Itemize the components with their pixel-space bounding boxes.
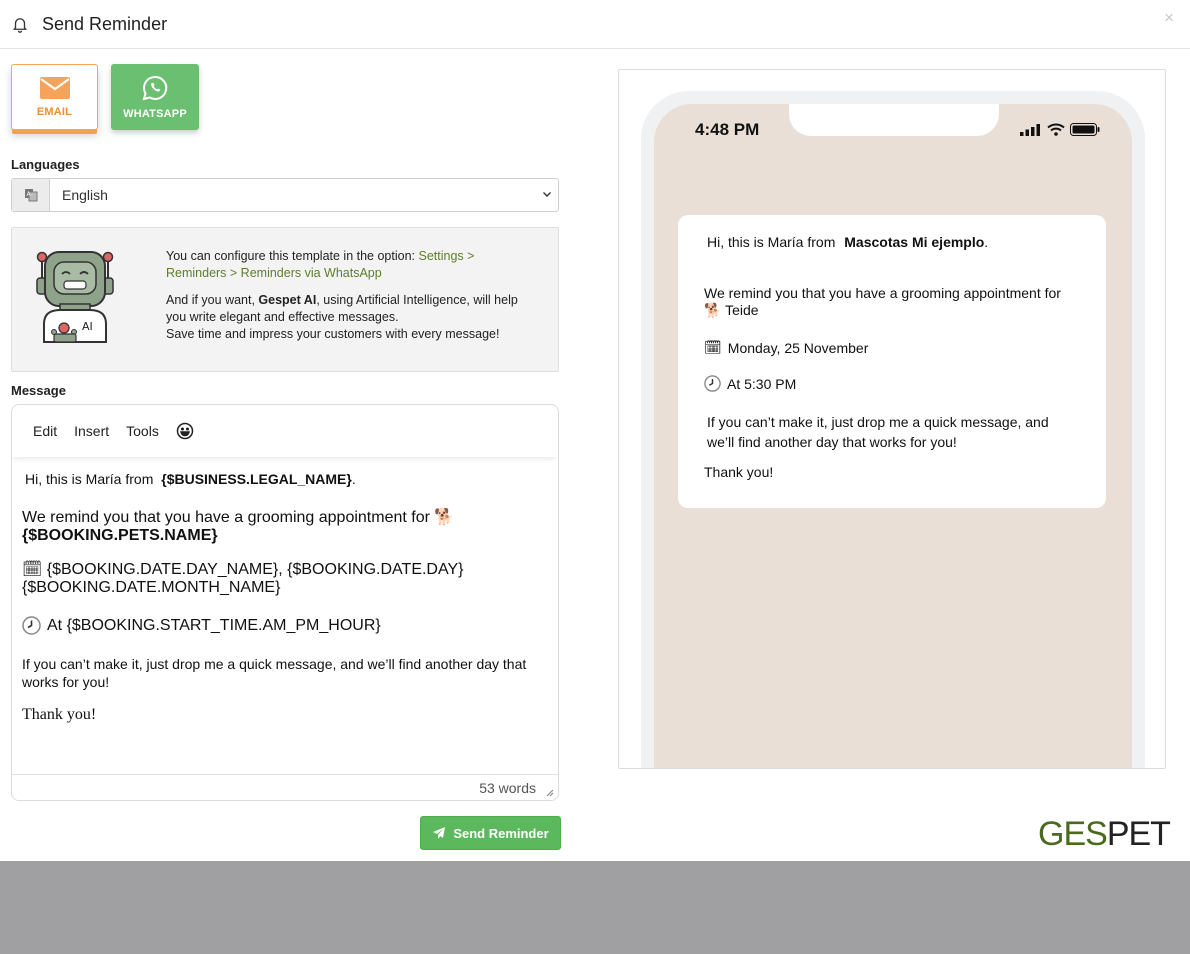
date-variables: {$BOOKING.DATE.DAY_NAME}, {$BOOKING.DATE… (22, 561, 464, 596)
preview-remind-line: We remind you that you have a grooming a… (704, 285, 1084, 319)
menu-insert[interactable]: Insert (74, 423, 109, 439)
preview-thanks: Thank you! (704, 464, 774, 480)
preview-time: At 5:30 PM (727, 375, 797, 392)
editor-menubar: Edit Insert Tools (12, 405, 558, 457)
language-value: English (62, 187, 108, 203)
whatsapp-channel-label: WHATSAPP (123, 107, 187, 120)
preview-closing: If you can’t make it, just drop me a qui… (707, 414, 1049, 450)
phone-screen: 4:48 PM Hi, this is María from Mascotas … (654, 104, 1132, 768)
gespet-logo: GESPET (1038, 815, 1171, 854)
message-label: Message (11, 383, 66, 398)
remind-text: We remind you that you have a grooming a… (22, 509, 430, 526)
resize-handle-icon[interactable] (544, 787, 554, 797)
preview-time-line: At 5:30 PM (704, 375, 796, 392)
pets-name-variable: {$BOOKING.PETS.NAME} (22, 527, 218, 544)
greeting-end: . (351, 471, 356, 487)
message-closing: If you can’t make it, just drop me a qui… (22, 656, 527, 690)
battery-icon (1070, 123, 1100, 136)
modal-header: Send Reminder × (0, 0, 1190, 49)
translate-icon: A (12, 179, 50, 211)
whatsapp-channel-button[interactable]: WHATSAPP (111, 64, 199, 130)
whatsapp-icon (142, 75, 168, 100)
editor-statusbar: 53 words (12, 774, 558, 800)
dog-emoji-icon: 🐕 (434, 509, 455, 526)
info-p2-prefix: And if you want, (166, 293, 259, 307)
language-select[interactable]: A English (11, 178, 559, 212)
preview-message-bubble: Hi, this is María from Mascotas Mi ejemp… (678, 215, 1106, 508)
preview-calendar-emoji-icon: 🗓 (704, 339, 722, 355)
logo-part1: GES (1038, 815, 1108, 853)
send-reminder-modal: Send Reminder × EMAIL WHATSAPP Languages… (0, 0, 1190, 861)
close-icon[interactable]: × (1164, 8, 1174, 28)
preview-greeting-prefix: Hi, this is María from (707, 234, 836, 250)
info-p3: Save time and impress your customers wit… (166, 327, 500, 341)
send-reminder-label: Send Reminder (453, 825, 549, 841)
message-date-line: 🗓 {$BOOKING.DATE.DAY_NAME}, {$BOOKING.DA… (22, 561, 522, 597)
time-variable: At {$BOOKING.START_TIME.AM_PM_HOUR} (47, 616, 381, 634)
signal-icon (1020, 123, 1040, 136)
status-time: 4:48 PM (695, 120, 760, 139)
phone-notch (789, 104, 999, 136)
menu-edit[interactable]: Edit (33, 423, 57, 439)
menu-tools[interactable]: Tools (126, 423, 159, 439)
phone-mockup: 4:48 PM Hi, this is María from Mascotas … (641, 91, 1145, 768)
gespet-ai-name: Gespet AI (258, 293, 317, 307)
message-thanks: Thank you! (22, 706, 97, 723)
preview-date-line: 🗓 Monday, 25 November (704, 339, 868, 356)
languages-label: Languages (11, 157, 80, 172)
template-info-box: AI You can configure this template in th… (11, 227, 559, 372)
preview-clock-icon (704, 375, 721, 392)
email-channel-label: EMAIL (36, 105, 73, 118)
info-line1-prefix: You can configure this template in the o… (166, 249, 419, 263)
preview-greeting: Hi, this is María from Mascotas Mi ejemp… (707, 234, 988, 250)
template-info-text: You can configure this template in the o… (166, 248, 536, 343)
paper-plane-icon (433, 827, 446, 839)
message-time-line: At {$BOOKING.START_TIME.AM_PM_HOUR} (22, 616, 381, 635)
whatsapp-preview: 4:48 PM Hi, this is María from Mascotas … (618, 69, 1166, 769)
send-reminder-button[interactable]: Send Reminder (420, 816, 561, 850)
preview-date: Monday, 25 November (727, 339, 869, 356)
preview-business-name: Mascotas Mi ejemplo (844, 234, 985, 250)
status-icons (1020, 123, 1100, 136)
wifi-icon (1047, 123, 1065, 136)
robot-ai-badge: AI (82, 320, 93, 333)
chevron-down-icon (543, 192, 551, 197)
calendar-emoji-icon: 🗓 (22, 561, 43, 578)
email-channel-button[interactable]: EMAIL (11, 64, 98, 130)
preview-pet-name: Teide (725, 302, 759, 318)
word-count: 53 words (479, 780, 536, 796)
bell-icon (13, 18, 27, 33)
business-name-variable: {$BUSINESS.LEGAL_NAME} (161, 471, 352, 487)
preview-remind-text: We remind you that you have a grooming a… (704, 285, 1061, 301)
message-remind-line: We remind you that you have a grooming a… (22, 509, 522, 545)
envelope-icon (39, 76, 70, 99)
clock-icon (22, 616, 41, 635)
logo-part2: PET (1106, 815, 1171, 853)
message-editor[interactable]: Edit Insert Tools Hi, this is María from… (11, 404, 559, 801)
greeting-prefix: Hi, this is María from (25, 471, 154, 487)
ai-robot-illustration: AI (36, 251, 114, 343)
emoji-icon[interactable] (176, 422, 194, 440)
channel-selector: EMAIL WHATSAPP (11, 64, 199, 130)
preview-dog-emoji-icon: 🐕 (704, 302, 722, 318)
message-greeting: Hi, this is María from {$BUSINESS.LEGAL_… (25, 471, 356, 487)
preview-greeting-end: . (984, 234, 989, 250)
modal-title: Send Reminder (42, 13, 168, 34)
